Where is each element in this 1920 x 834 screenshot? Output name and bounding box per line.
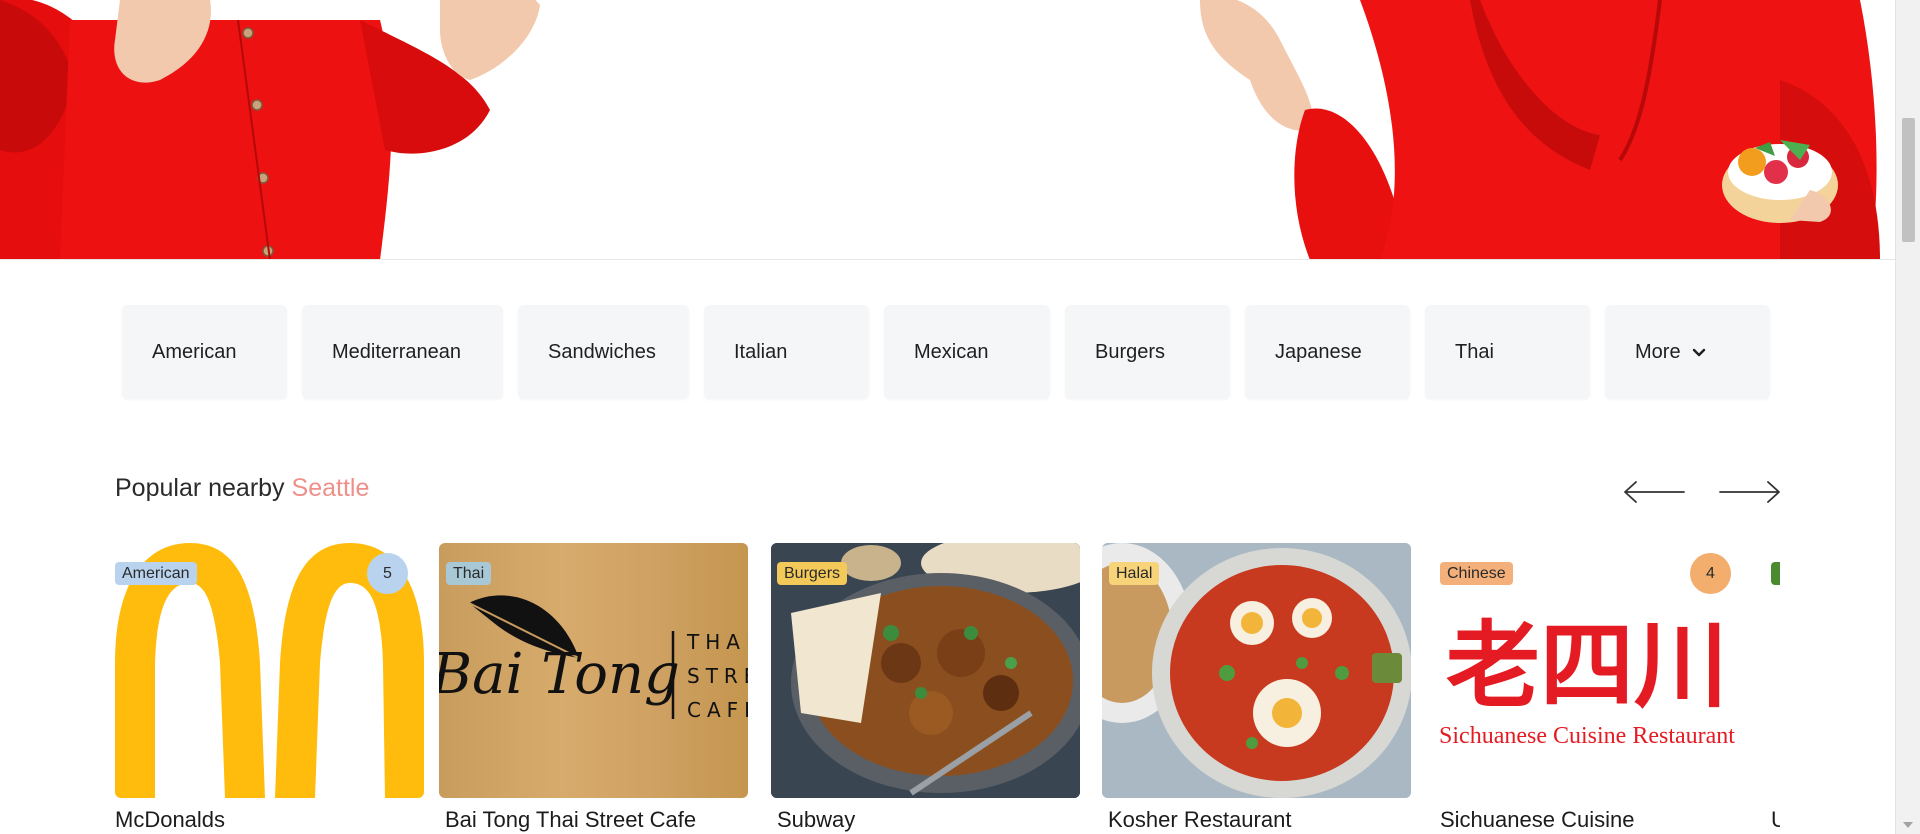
restaurant-card-kosher[interactable]: Halal Kosher Restaurant — [1102, 543, 1411, 834]
restaurant-name[interactable]: Bai Tong Thai Street Cafe — [445, 807, 696, 833]
page-scrollbar[interactable] — [1895, 0, 1920, 834]
category-label: Sandwiches — [548, 340, 656, 363]
category-chip-burgers[interactable]: Burgers — [1065, 305, 1230, 399]
category-label: Italian — [734, 340, 788, 363]
section-title-text: Popular nearby — [115, 474, 285, 502]
rating-count-badge: 4 — [1690, 553, 1731, 594]
section-title: Popular nearby Seattle — [115, 474, 369, 503]
restaurant-name[interactable]: McDonalds — [115, 807, 225, 833]
restaurant-name[interactable]: Subway — [777, 807, 855, 833]
cuisine-tag: Chinese — [1440, 562, 1513, 585]
scrollbar-thumb[interactable] — [1902, 118, 1915, 242]
more-categories-button[interactable]: More — [1605, 305, 1770, 399]
arrow-right-icon[interactable] — [1718, 478, 1782, 506]
cuisine-tag — [1771, 562, 1780, 585]
section-city-link[interactable]: Seattle — [292, 474, 370, 502]
arrow-left-icon[interactable] — [1622, 478, 1686, 506]
category-filter-bar: American Mediterranean Sandwiches Italia… — [122, 305, 1770, 399]
logo-english-text: Sichuanese Cuisine Restaurant — [1439, 723, 1735, 749]
category-label: Mexican — [914, 340, 989, 363]
rating-count-badge: 5 — [367, 553, 408, 594]
category-chip-mediterranean[interactable]: Mediterranean — [302, 305, 503, 399]
restaurant-name[interactable]: Kosher Restaurant — [1108, 807, 1291, 833]
cuisine-tag: Halal — [1109, 562, 1160, 585]
cuisine-tag: Burgers — [777, 562, 848, 585]
restaurant-carousel: American 5 McDonalds Bai Tong THAI STREE… — [115, 543, 1780, 834]
restaurant-card-mcdonalds[interactable]: American 5 McDonalds — [115, 543, 424, 834]
category-label: American — [152, 340, 237, 363]
hero-person-right-image — [1200, 0, 1880, 259]
cuisine-tag: Thai — [446, 562, 492, 585]
restaurant-card-bai-tong[interactable]: Bai Tong THAI STREET CAFE Thai Bai Tong … — [439, 543, 748, 834]
category-chip-thai[interactable]: Thai — [1425, 305, 1590, 399]
logo-chinese-text: 老四川 — [1446, 612, 1728, 721]
logo-text-line-1: THAI — [686, 630, 748, 654]
category-chip-mexican[interactable]: Mexican — [884, 305, 1050, 399]
category-chip-japanese[interactable]: Japanese — [1245, 305, 1410, 399]
category-label: Thai — [1455, 340, 1494, 363]
restaurant-name[interactable]: U — [1771, 807, 1780, 833]
restaurant-card-sichuanese[interactable]: 老四川 Sichuanese Cuisine Restaurant Chines… — [1433, 543, 1742, 834]
category-chip-italian[interactable]: Italian — [704, 305, 869, 399]
restaurant-name[interactable]: Sichuanese Cuisine — [1440, 807, 1634, 833]
logo-text-line-3: CAFE — [687, 698, 748, 722]
logo-script-text: Bai Tong — [439, 642, 680, 707]
scroll-down-arrow-icon[interactable] — [1903, 822, 1913, 828]
chevron-down-icon — [1692, 348, 1705, 357]
logo-text-line-2: STREET — [687, 664, 748, 688]
category-label: Japanese — [1275, 340, 1362, 363]
category-label: Burgers — [1095, 340, 1166, 363]
more-label: More — [1635, 340, 1681, 363]
hero-banner — [0, 0, 1895, 260]
restaurant-card-subway[interactable]: Burgers Subway — [771, 543, 1080, 834]
category-chip-sandwiches[interactable]: Sandwiches — [518, 305, 689, 399]
restaurant-card-partial[interactable]: U — [1771, 543, 1780, 834]
cuisine-tag: American — [115, 562, 197, 585]
category-chip-american[interactable]: American — [122, 305, 287, 399]
hero-person-left-image — [0, 0, 540, 259]
category-label: Mediterranean — [332, 340, 461, 363]
